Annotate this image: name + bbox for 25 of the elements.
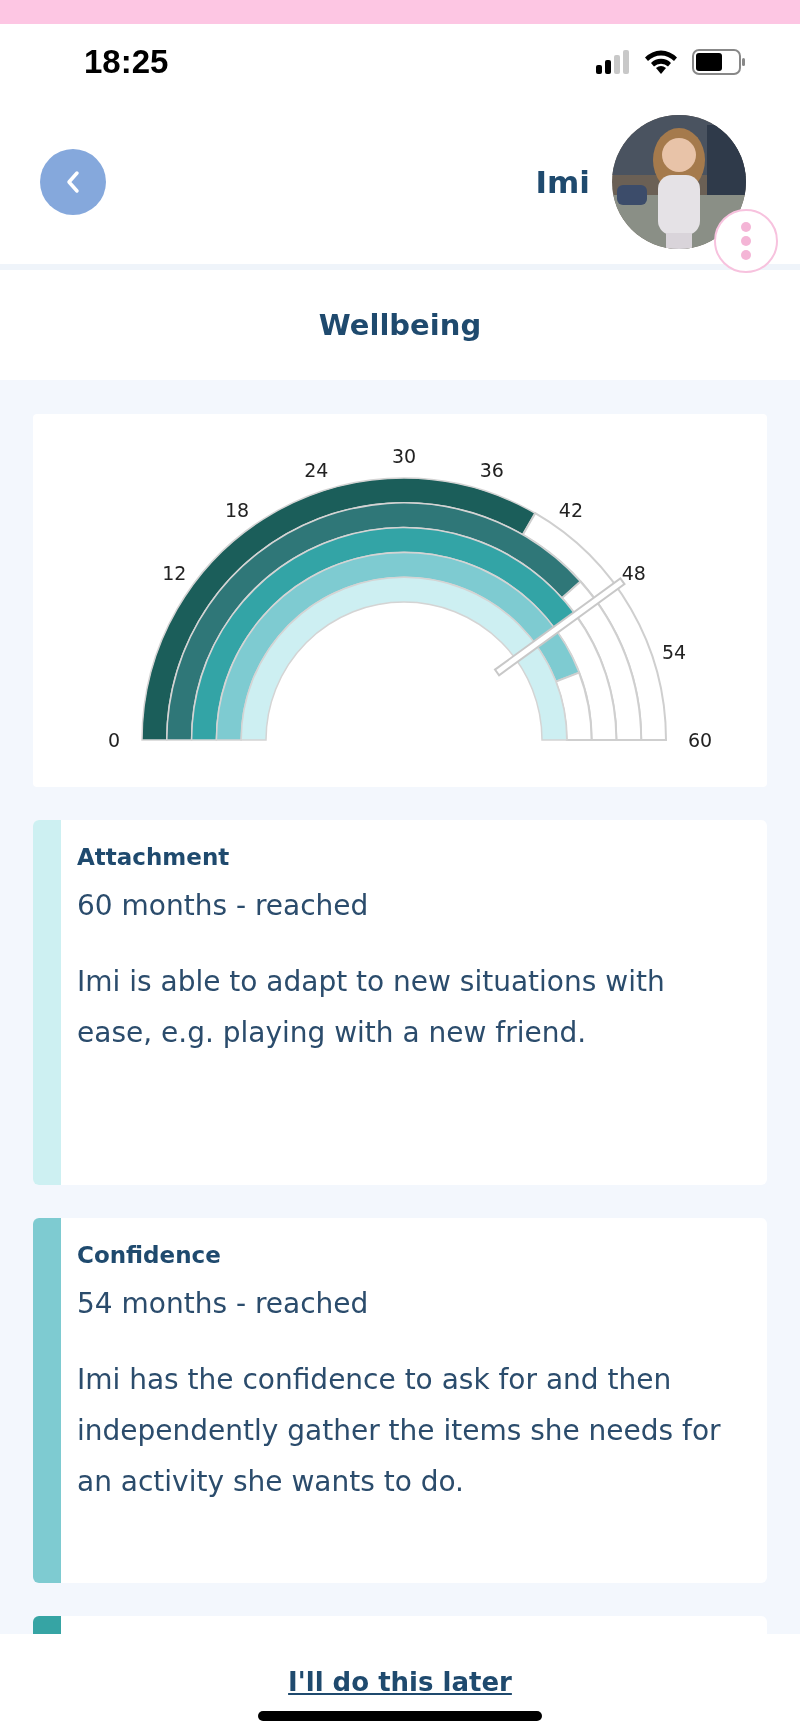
scale-label: 24 <box>304 458 329 481</box>
page-title: Wellbeing <box>318 308 482 342</box>
scale-label: 0 <box>107 729 120 751</box>
later-link[interactable]: I'll do this later <box>288 1667 512 1697</box>
scale-label: 36 <box>479 458 504 481</box>
card-title: Confidence <box>77 1241 222 1270</box>
signal-icon <box>596 50 630 74</box>
battery-icon <box>692 49 746 75</box>
scale-label: 42 <box>558 499 583 522</box>
card-description: Imi is able to adapt to new situations with ease, e.g. playing with a new friend. <box>77 964 666 1051</box>
scale-label: 48 <box>621 562 646 585</box>
wifi-icon <box>644 50 678 74</box>
card-description: Imi has the confidence to ask for and then independently gather the items she needs for an activity she wants to do. <box>77 1362 722 1500</box>
scale-label: 12 <box>162 562 187 585</box>
card-title: Attachment <box>77 843 231 872</box>
profile-name: Imi <box>535 164 590 200</box>
scale-label: 60 <box>688 729 713 751</box>
clock-time: 18:25 <box>84 43 169 81</box>
scale-label: 18 <box>225 499 250 522</box>
scale-label: 30 <box>391 445 417 467</box>
card-status: 54 months - reached <box>77 1286 370 1322</box>
chevron-left-icon <box>65 170 81 194</box>
card-status: 60 months - reached <box>77 888 370 924</box>
more-icon <box>740 221 752 261</box>
scale-label: 54 <box>662 641 687 664</box>
